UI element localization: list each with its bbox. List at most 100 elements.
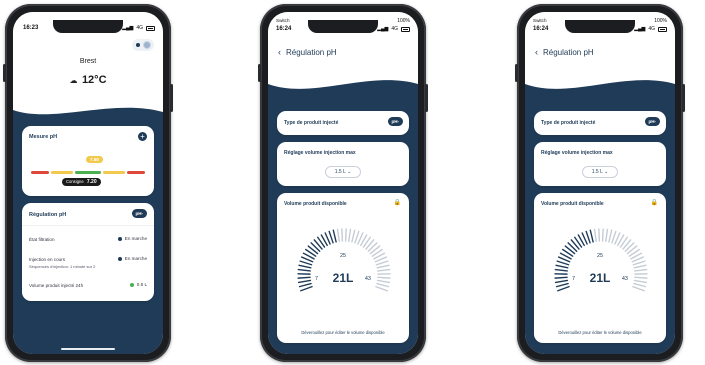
temperature: 12°C: [81, 74, 107, 86]
unlock-note: Déverouillez pour éditer le volume dispo…: [301, 330, 385, 335]
gauge-tick: [348, 228, 352, 243]
chevron-down-icon: ⌄: [347, 169, 352, 175]
toggle-dot-icon: [136, 43, 140, 47]
filtration-label: État filtration: [29, 237, 55, 242]
header-wave: [525, 80, 675, 114]
power-button: [170, 84, 173, 112]
power-button: [425, 84, 428, 112]
available-volume-label: Volume produit disponible: [284, 201, 347, 207]
current-ph-value: 7.60: [90, 157, 99, 162]
volume-injected-value: 0.5 L: [136, 282, 147, 287]
consigne-value: 7.20: [86, 179, 97, 185]
scale-red-high: [126, 171, 146, 174]
ph-scale: [31, 171, 146, 174]
scale-red-low: [31, 171, 50, 174]
network-label: 4G: [391, 26, 398, 32]
gauge-tick: [328, 230, 334, 244]
volume-max-label: Réglage volume injection max: [541, 150, 613, 156]
notch: [565, 20, 635, 33]
gauge-max-label: 43: [621, 276, 628, 282]
screen-dashboard: 16:23 ▂▄▆ 4G Brest ☁ 12°C Mesure pH + 7.…: [13, 12, 163, 354]
add-icon[interactable]: +: [138, 132, 147, 141]
mesure-ph-title: Mesure pH: [29, 134, 58, 140]
volume-button: [258, 64, 261, 82]
unlock-note: Déverouillez pour éditer le volume dispo…: [558, 330, 642, 335]
available-volume-card[interactable]: Volume produit disponible 🔒 25 21L 7 43 …: [534, 193, 666, 343]
carrier-label: Switch: [533, 18, 547, 23]
volume-max-select[interactable]: 1.5 L ⌄: [325, 166, 361, 178]
product-type-label: Type de produit injecté: [284, 120, 339, 126]
gauge-tick: [375, 260, 389, 266]
gauge-tick: [354, 230, 360, 244]
scale-yellow-low: [51, 171, 74, 174]
volume-max-select[interactable]: 1.5 L ⌄: [582, 166, 618, 178]
volume-gauge: [297, 228, 391, 292]
gauge-tick: [598, 228, 601, 242]
battery-icon: [146, 25, 155, 31]
product-type-label: Type de produit injecté: [541, 120, 596, 126]
product-type-card[interactable]: Type de produit injecté pH-: [534, 111, 666, 135]
status-time: 16:24: [533, 26, 549, 32]
volume-button: [3, 64, 6, 82]
city-name: Brest: [79, 58, 97, 65]
chevron-down-icon: ⌄: [604, 169, 609, 175]
gauge-tick: [608, 229, 613, 243]
volume-max-card[interactable]: Réglage volume injection max 1.5 L ⌄: [534, 142, 666, 186]
regulation-title: Régulation pH: [29, 212, 67, 218]
battery-percent: 100%: [397, 18, 410, 24]
battery-percent: 100%: [654, 18, 667, 24]
gauge-tick: [376, 264, 390, 269]
gauge-tick: [633, 264, 647, 269]
gauge-value: 21L: [332, 271, 354, 285]
volume-gauge: [554, 228, 648, 292]
gauge-tick: [601, 228, 604, 242]
gauge-tick: [632, 285, 645, 292]
status-time: 16:23: [23, 25, 39, 31]
volume-max-label: Réglage volume injection max: [284, 150, 356, 156]
product-badge[interactable]: pH-: [644, 117, 660, 126]
injection-value: En marche: [124, 256, 147, 261]
product-badge[interactable]: pH-: [387, 117, 403, 126]
product-type-card[interactable]: Type de produit injecté pH-: [277, 111, 409, 135]
cloud-icon: ☁: [69, 76, 78, 85]
injection-label: Injection en cours: [29, 257, 66, 262]
current-ph-badge: 7.60: [86, 156, 103, 163]
lock-icon[interactable]: 🔒: [651, 199, 658, 206]
gauge-tick: [298, 264, 312, 269]
gauge-top-label: 25: [596, 253, 604, 259]
consigne-badge: Consigne 7.20: [62, 178, 101, 186]
gauge-max-label: 43: [364, 276, 371, 282]
mesure-ph-card[interactable]: Mesure pH + 7.60 Consigne 7.20: [22, 126, 154, 196]
consigne-label: Consigne: [66, 179, 84, 184]
volume-max-value: 1.5 L: [591, 169, 603, 175]
phone-dashboard: 16:23 ▂▄▆ 4G Brest ☁ 12°C Mesure pH + 7.…: [3, 4, 173, 362]
gauge-tick: [336, 228, 340, 243]
gauge-tick: [555, 264, 569, 269]
back-icon[interactable]: ‹: [278, 47, 281, 57]
status-time: 16:24: [276, 26, 292, 32]
gauge-tick: [593, 228, 597, 243]
notch: [308, 20, 378, 33]
status-dot-icon: [117, 256, 122, 261]
theme-toggle[interactable]: [132, 39, 154, 51]
gauge-tick: [299, 260, 313, 266]
gauge-tick: [341, 228, 344, 242]
gauge-min-label: 7: [315, 276, 319, 282]
available-volume-label: Volume produit disponible: [541, 201, 604, 207]
available-volume-card[interactable]: Volume produit disponible 🔒 25 21L 7 43 …: [277, 193, 409, 343]
lock-icon[interactable]: 🔒: [394, 199, 401, 206]
back-icon[interactable]: ‹: [535, 47, 538, 57]
network-label: 4G: [136, 25, 143, 31]
regulation-ph-card[interactable]: Régulation pH pH- État filtration En mar…: [22, 203, 154, 301]
screen-regulation-2: Switch 100% 16:24 ▂▄▆ 4G ‹ Régulation pH…: [525, 12, 675, 354]
gauge-tick: [632, 260, 646, 266]
network-label: 4G: [648, 26, 655, 32]
header-wave: [268, 80, 418, 114]
screen-regulation: Switch 100% 16:24 ▂▄▆ 4G ‹ Régulation pH…: [268, 12, 418, 354]
gauge-tick: [300, 285, 313, 292]
volume-max-card[interactable]: Réglage volume injection max 1.5 L ⌄: [277, 142, 409, 186]
volume-injected-label: Volume produit injecté 24h: [29, 283, 84, 288]
page-title: Régulation pH: [286, 48, 337, 57]
sequence-note: Séquences d'injection: 1 minute sur 2: [29, 264, 96, 269]
signal-icon: ▂▄▆: [122, 25, 134, 31]
